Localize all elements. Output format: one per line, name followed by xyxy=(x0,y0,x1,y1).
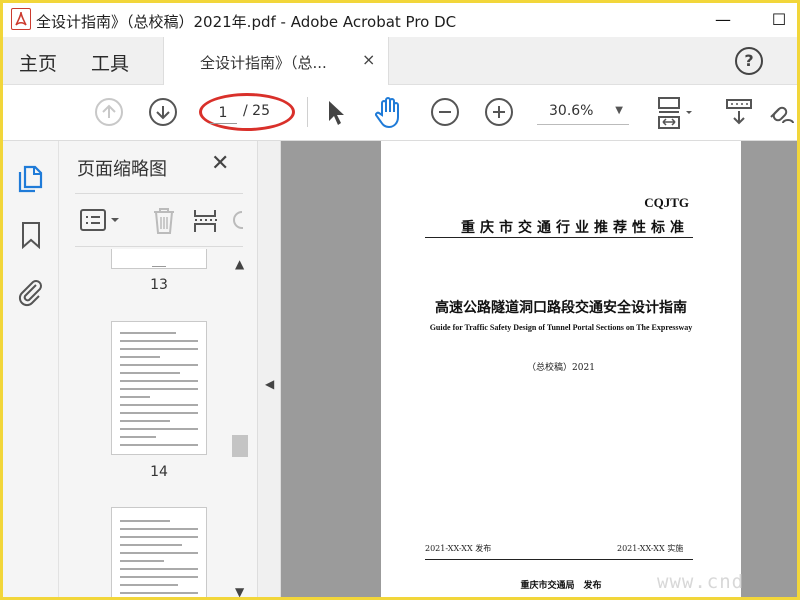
arrow-down-icon xyxy=(156,106,170,120)
help-icon[interactable]: ? xyxy=(735,47,763,75)
keyboard-scroll-icon xyxy=(726,99,752,125)
tab-document[interactable]: 全设计指南》（总... × xyxy=(163,37,389,85)
app-window: 全设计指南》（总校稿）2021年.pdf - Adobe Acrobat Pro… xyxy=(0,0,800,600)
zoom-out-button[interactable] xyxy=(431,98,459,126)
fit-page-icon xyxy=(658,97,692,129)
thumbnail-list[interactable]: 13 14 xyxy=(59,249,253,597)
zoom-dropdown[interactable]: 30.6% ▼ xyxy=(537,101,629,125)
share-link-button[interactable] xyxy=(765,97,795,133)
arrow-up-icon xyxy=(102,104,116,118)
document-tab-label: 全设计指南》（总... xyxy=(200,54,327,72)
site-watermark: www.cnd xyxy=(657,571,745,593)
document-subtitle: Guide for Traffic Safety Design of Tunne… xyxy=(429,323,693,332)
rotate-page-button[interactable] xyxy=(231,208,243,238)
implement-date: 2021-XX-XX 实施 xyxy=(617,544,684,553)
draft-label: （总校稿）2021 xyxy=(527,363,595,373)
trash-icon xyxy=(154,208,174,234)
minus-icon xyxy=(439,111,451,113)
copy-pages-icon xyxy=(18,165,43,193)
standard-category: 重庆市交通行业推荐性标准 xyxy=(461,220,689,236)
header-rule xyxy=(425,237,693,238)
tab-tools[interactable]: 工具 xyxy=(91,49,129,76)
cursor-arrow-icon xyxy=(329,101,344,125)
list-options-icon xyxy=(80,209,119,231)
bookmarks-button[interactable] xyxy=(20,221,42,253)
tab-home[interactable]: 主页 xyxy=(19,49,57,76)
acrobat-app-icon xyxy=(11,8,31,30)
document-canvas[interactable]: CQJTG 重庆市交通行业推荐性标准 高速公路隧道洞口路段交通安全设计指南 Gu… xyxy=(281,141,797,597)
thumbnail-page-13[interactable] xyxy=(111,249,207,269)
total-pages: / 25 xyxy=(243,103,270,119)
thumbnail-page-15[interactable] xyxy=(111,507,207,597)
link-icon xyxy=(770,106,794,124)
hand-tool-button[interactable] xyxy=(373,95,405,133)
minimize-button[interactable]: — xyxy=(703,5,743,35)
insert-page-icon xyxy=(194,210,217,232)
window-title: 全设计指南》（总校稿）2021年.pdf - Adobe Acrobat Pro… xyxy=(36,13,457,31)
tab-bar: 主页 工具 全设计指南》（总... × ? xyxy=(3,37,797,85)
navigation-rail xyxy=(3,141,59,597)
panel-close-icon[interactable]: ✕ xyxy=(211,151,229,176)
document-tab-close-icon[interactable]: × xyxy=(362,50,375,69)
chevron-down-icon: ▼ xyxy=(615,105,623,116)
thumbnail-page-number: 13 xyxy=(150,277,168,293)
zoom-in-button[interactable] xyxy=(485,98,513,126)
bookmark-icon xyxy=(22,222,40,250)
collapse-arrow-icon[interactable]: ◀ xyxy=(265,377,274,391)
plus-icon xyxy=(493,106,505,118)
page-thumbnails-button[interactable] xyxy=(17,163,43,197)
panel-toolbar xyxy=(75,193,243,247)
paperclip-icon xyxy=(18,280,42,307)
document-title: 高速公路隧道洞口路段交通安全设计指南 xyxy=(435,300,687,316)
scroll-up-icon[interactable]: ▲ xyxy=(235,257,244,271)
pdf-page: CQJTG 重庆市交通行业推荐性标准 高速公路隧道洞口路段交通安全设计指南 Gu… xyxy=(381,141,741,597)
maximize-button[interactable]: ☐ xyxy=(759,5,797,35)
scroll-mode-button[interactable] xyxy=(725,97,755,133)
scrollbar-thumb[interactable] xyxy=(232,435,248,457)
attachments-button[interactable] xyxy=(17,277,45,311)
title-bar: 全设计指南》（总校稿）2021年.pdf - Adobe Acrobat Pro… xyxy=(3,3,797,37)
thumbnails-panel: 页面缩略图 ✕ 13 14 ▲ ▼ xyxy=(59,141,257,597)
panel-title: 页面缩略图 xyxy=(77,159,167,180)
select-tool-button[interactable] xyxy=(325,99,347,131)
zoom-value: 30.6% xyxy=(549,103,594,119)
insert-page-button[interactable] xyxy=(193,206,219,240)
thumbnail-page-14[interactable] xyxy=(111,321,207,455)
toolbar-divider xyxy=(307,97,308,127)
previous-page-button[interactable] xyxy=(95,98,123,126)
delete-page-button[interactable] xyxy=(151,206,177,240)
hand-icon xyxy=(375,97,399,129)
fit-page-button[interactable] xyxy=(655,95,695,135)
rotate-icon xyxy=(233,211,243,229)
next-page-button[interactable] xyxy=(149,98,177,126)
thumbnail-page-number: 14 xyxy=(150,464,168,480)
standard-code: CQJTG xyxy=(644,195,689,210)
scroll-down-icon[interactable]: ▼ xyxy=(235,585,244,597)
panel-collapse-strip[interactable]: ◀ xyxy=(257,141,281,597)
thumbnail-scrollbar[interactable]: ▲ ▼ xyxy=(231,257,249,597)
page-number-input[interactable] xyxy=(209,102,237,124)
main-toolbar: / 25 30.6% ▼ xyxy=(3,85,797,141)
publish-date: 2021-XX-XX 发布 xyxy=(425,544,492,553)
options-menu-button[interactable] xyxy=(79,208,123,238)
footer-rule xyxy=(425,559,693,560)
